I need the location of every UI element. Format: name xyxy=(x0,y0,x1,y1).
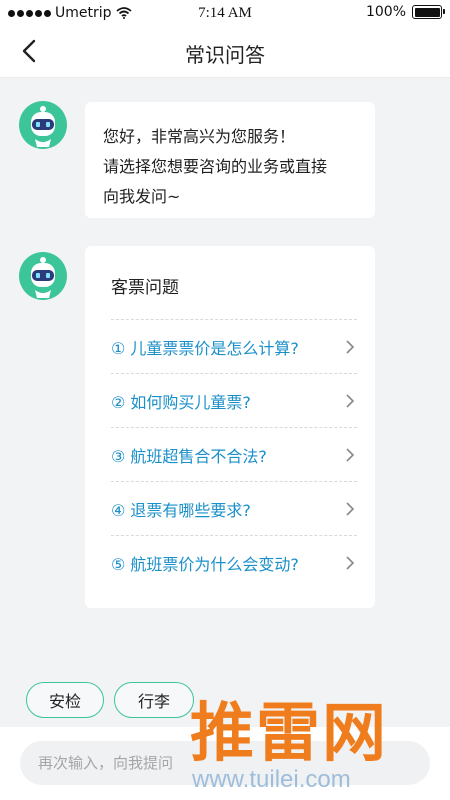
chevron-right-icon xyxy=(346,555,355,570)
watermark-url: www.tuilei.com xyxy=(192,766,351,793)
faq-item-label: ② 如何购买儿童票? xyxy=(111,392,251,412)
faq-card: 客票问题 ① 儿童票票价是怎么计算? ② 如何购买儿童票? ③ 航班超售合不合法… xyxy=(85,246,375,608)
watermark-brand: 推雷网 xyxy=(190,697,388,771)
faq-item-label: ③ 航班超售合不合法? xyxy=(111,446,267,466)
nav-bar: 常识问答 xyxy=(0,26,450,78)
chip-security-check[interactable]: 安检 xyxy=(26,682,104,718)
faq-item[interactable]: ⑤ 航班票价为什么会变动? xyxy=(111,535,357,589)
greeting-bubble: 您好，非常高兴为您服务！ 请选择您想要咨询的业务或直接 向我发问~ xyxy=(85,102,375,218)
chip-baggage[interactable]: 行李 xyxy=(114,682,194,718)
robot-icon xyxy=(31,257,55,298)
bot-avatar xyxy=(19,252,67,300)
greeting-line: 请选择您想要咨询的业务或直接 xyxy=(103,157,328,176)
battery-area: 100% xyxy=(365,4,445,20)
chevron-right-icon xyxy=(346,501,355,516)
status-bar: Umetrip 7:14 AM 100% xyxy=(0,0,450,26)
faq-item[interactable]: ② 如何购买儿童票? xyxy=(111,373,357,427)
bot-avatar xyxy=(19,101,67,149)
battery-percent: 100% xyxy=(365,4,406,20)
faq-item[interactable]: ① 儿童票票价是怎么计算? xyxy=(111,319,357,373)
chevron-right-icon xyxy=(346,339,355,354)
chevron-right-icon xyxy=(346,393,355,408)
greeting-line: 您好，非常高兴为您服务！ xyxy=(103,127,296,146)
greeting-line: 向我发问~ xyxy=(103,187,181,206)
faq-item-label: ⑤ 航班票价为什么会变动? xyxy=(111,554,299,574)
faq-title: 客票问题 xyxy=(111,278,179,298)
faq-item[interactable]: ④ 退票有哪些要求? xyxy=(111,481,357,535)
faq-item-label: ① 儿童票票价是怎么计算? xyxy=(111,338,299,358)
page-title: 常识问答 xyxy=(185,43,265,67)
battery-icon xyxy=(412,5,445,19)
robot-icon xyxy=(31,106,55,147)
watermark: 推雷网 www.tuilei.com xyxy=(190,682,450,800)
chevron-right-icon xyxy=(346,447,355,462)
faq-item[interactable]: ③ 航班超售合不合法? xyxy=(111,427,357,481)
faq-item-label: ④ 退票有哪些要求? xyxy=(111,500,251,520)
